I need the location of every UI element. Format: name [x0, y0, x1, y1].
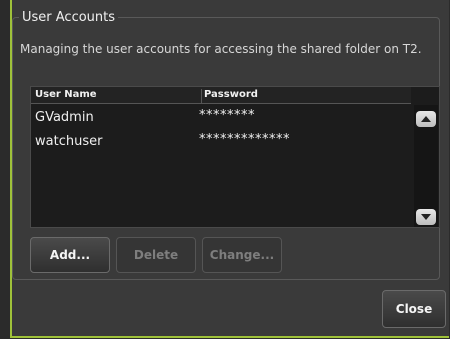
list-header: User Name Password	[31, 87, 411, 104]
table-row[interactable]: watchuser *************	[31, 131, 411, 153]
description-text: Managing the user accounts for accessing…	[20, 42, 422, 56]
column-header-user-name[interactable]: User Name	[35, 89, 97, 100]
change-button[interactable]: Change...	[202, 237, 282, 273]
triangle-down-icon	[421, 214, 431, 220]
user-accounts-list[interactable]: User Name Password GVadmin ******** watc…	[30, 86, 440, 228]
add-button[interactable]: Add...	[30, 237, 110, 273]
user-name-cell: GVadmin	[35, 110, 94, 125]
password-cell: ********	[199, 108, 255, 123]
delete-button[interactable]: Delete	[116, 237, 196, 273]
column-header-password[interactable]: Password	[201, 89, 258, 103]
group-title: User Accounts	[22, 10, 116, 25]
triangle-up-icon	[421, 116, 431, 122]
scroll-down-button[interactable]	[416, 209, 436, 225]
password-cell: *************	[199, 132, 290, 147]
scroll-up-button[interactable]	[416, 111, 436, 127]
user-name-cell: watchuser	[35, 134, 103, 149]
close-button[interactable]: Close	[382, 290, 446, 328]
vertical-scrollbar[interactable]	[414, 105, 438, 227]
table-row[interactable]: GVadmin ********	[31, 107, 411, 129]
